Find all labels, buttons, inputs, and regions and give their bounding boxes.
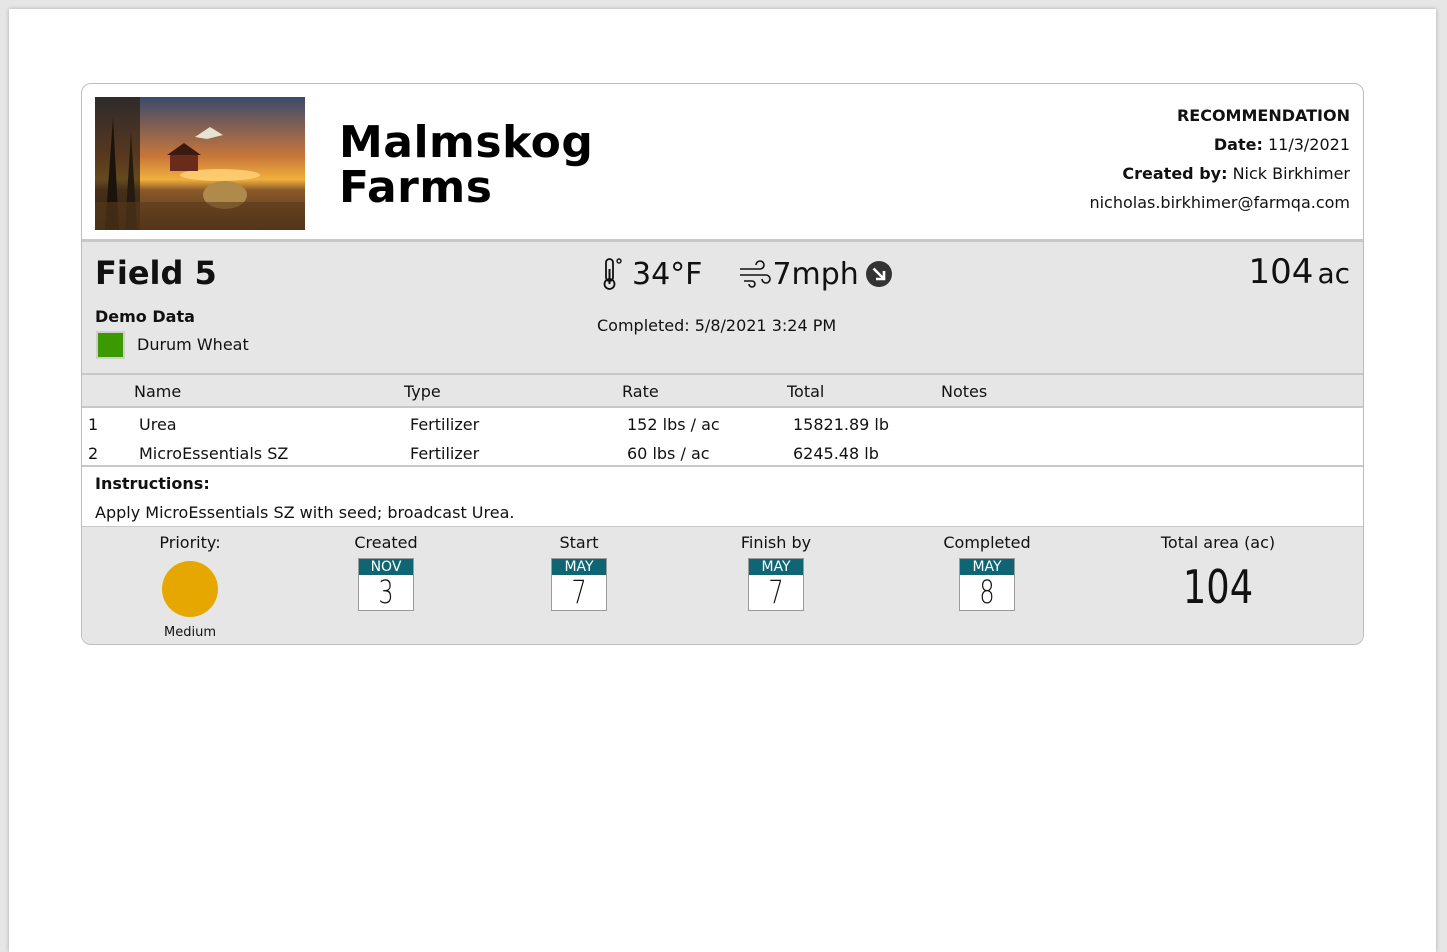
finish-label: Finish by xyxy=(740,533,812,552)
calendar-icon: MAY 8 xyxy=(959,558,1015,611)
priority-indicator xyxy=(162,561,218,617)
crop-color-swatch xyxy=(96,331,125,359)
report-meta: RECOMMENDATION Date: 11/3/2021 Created b… xyxy=(1089,101,1350,217)
instructions-label: Instructions: xyxy=(95,474,210,493)
product-rate: 60 lbs / ac xyxy=(627,444,710,463)
summary-footer: Priority: Medium Created NOV 3 Start MAY… xyxy=(82,526,1363,644)
product-total: 6245.48 lb xyxy=(793,444,879,463)
created-by: Created by: Nick Birkhimer xyxy=(1122,164,1350,183)
created-label: Created xyxy=(354,533,418,552)
product-rate: 152 lbs / ac xyxy=(627,415,720,434)
product-total: 15821.89 lb xyxy=(793,415,890,434)
row-number: 1 xyxy=(88,415,99,434)
calendar-day: 3 xyxy=(378,573,394,611)
calendar-icon: MAY 7 xyxy=(748,558,804,611)
report-header: Malmskog Farms RECOMMENDATION Date: 11/3… xyxy=(82,84,1363,242)
product-name: Urea xyxy=(139,415,177,434)
priority-label: Priority: xyxy=(159,533,221,552)
calendar-day: 7 xyxy=(768,573,784,611)
priority-block: Priority: Medium xyxy=(120,527,260,640)
created-date-block: Created NOV 3 xyxy=(316,527,456,611)
calendar-day: 8 xyxy=(979,573,995,611)
creator-email: nicholas.birkhimer@farmqa.com xyxy=(1089,193,1350,212)
crop-name: Durum Wheat xyxy=(137,335,249,354)
calendar-icon: NOV 3 xyxy=(358,558,414,611)
total-area-block: Total area (ac) 104 xyxy=(1138,527,1298,614)
field-area: 104 ac xyxy=(1249,252,1350,292)
start-date-block: Start MAY 7 xyxy=(509,527,649,611)
field-area-unit: ac xyxy=(1317,257,1350,290)
recommendation-card: Malmskog Farms RECOMMENDATION Date: 11/3… xyxy=(81,83,1364,645)
product-type: Fertilizer xyxy=(410,444,480,463)
weather-info: 34°F 7mph xyxy=(602,254,893,294)
field-area-value: 104 xyxy=(1248,252,1314,292)
col-header-name: Name xyxy=(134,382,182,401)
total-area-label: Total area (ac) xyxy=(1160,533,1276,552)
col-header-type: Type xyxy=(404,382,441,401)
field-name: Field 5 xyxy=(95,254,217,292)
farm-name: Malmskog Farms xyxy=(339,117,594,213)
priority-value: Medium xyxy=(164,625,216,640)
table-row: 2 MicroEssentials SZ Fertilizer 60 lbs /… xyxy=(82,437,1363,466)
wind-speed: 7mph xyxy=(772,256,859,292)
completed-date-block: Completed MAY 8 xyxy=(917,527,1057,611)
items-table-header: Name Type Rate Total Notes xyxy=(82,375,1363,408)
calendar-icon: MAY 7 xyxy=(551,558,607,611)
instructions-text: Apply MicroEssentials SZ with seed; broa… xyxy=(95,503,515,522)
divider xyxy=(82,465,1363,467)
completed-timestamp: Completed: 5/8/2021 3:24 PM xyxy=(597,316,837,335)
finish-date-block: Finish by MAY 7 xyxy=(706,527,846,611)
col-header-total: Total xyxy=(787,382,825,401)
total-area-value: 104 xyxy=(1182,560,1254,614)
col-header-rate: Rate xyxy=(622,382,659,401)
document-page: Malmskog Farms RECOMMENDATION Date: 11/3… xyxy=(9,9,1436,952)
wind-icon xyxy=(740,260,772,288)
col-header-notes: Notes xyxy=(941,382,988,401)
completed-label: Completed xyxy=(943,533,1031,552)
farm-logo-image xyxy=(95,97,305,230)
wind-direction-arrow-icon xyxy=(865,261,892,287)
table-row: 1 Urea Fertilizer 152 lbs / ac 15821.89 … xyxy=(82,408,1363,437)
product-type: Fertilizer xyxy=(410,415,480,434)
row-number: 2 xyxy=(88,444,99,463)
field-section: Field 5 Demo Data Durum Wheat 34°F 7mph xyxy=(82,242,1363,375)
farm-label: Demo Data xyxy=(95,307,195,326)
report-date: Date: 11/3/2021 xyxy=(1213,135,1350,154)
calendar-day: 7 xyxy=(571,573,587,611)
temperature: 34°F xyxy=(632,256,703,292)
thermometer-icon xyxy=(603,258,622,290)
start-label: Start xyxy=(559,533,599,552)
doc-type: RECOMMENDATION xyxy=(1176,106,1350,125)
product-name: MicroEssentials SZ xyxy=(139,444,289,463)
